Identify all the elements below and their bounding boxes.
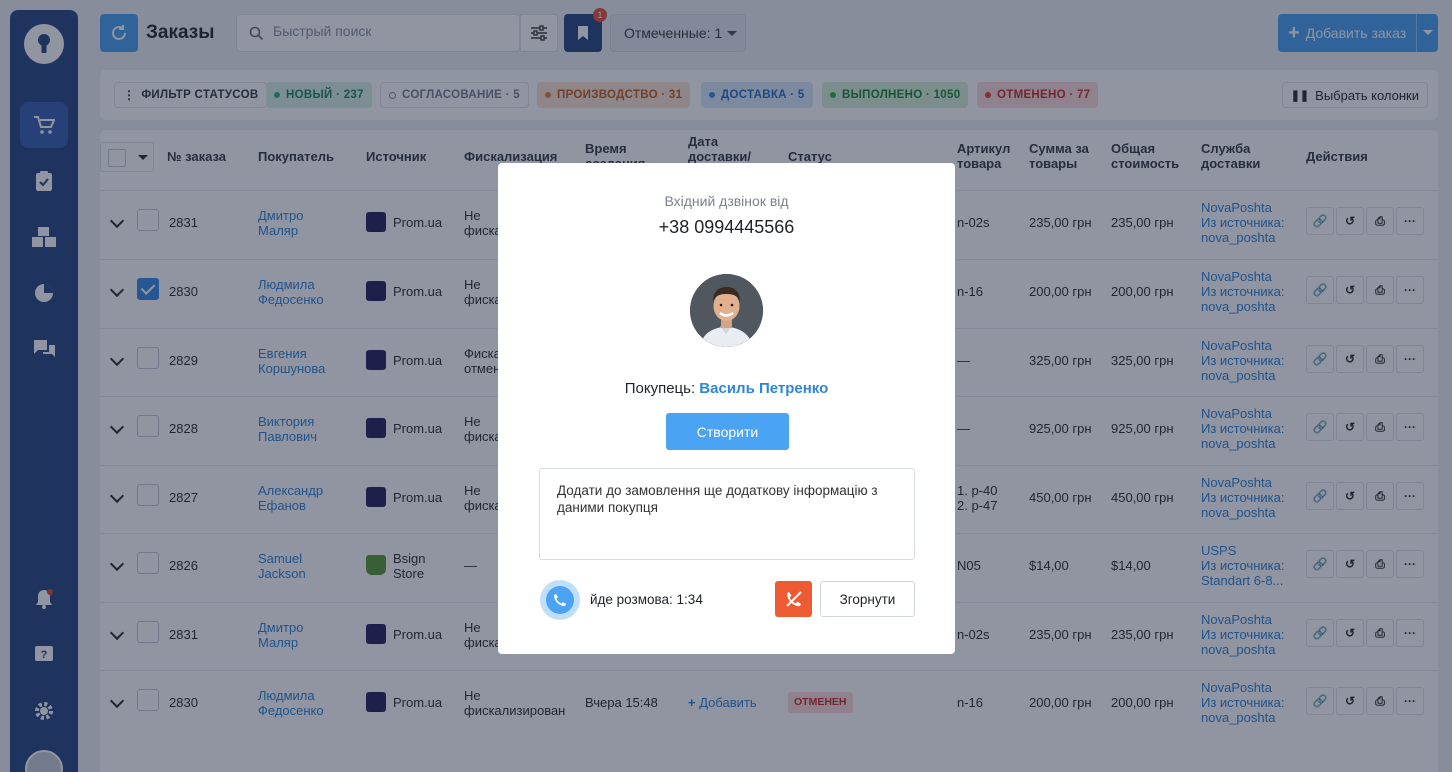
incoming-call-modal: Вхідний дзвінок від +38 0994445566 Покуп… — [498, 163, 955, 654]
caller-avatar — [690, 274, 763, 347]
buyer-line: Покупець: Василь Петренко — [498, 380, 955, 397]
phone-icon — [554, 594, 566, 606]
buyer-label: Покупець: — [624, 380, 696, 397]
collapse-button[interactable]: Згорнути — [820, 581, 915, 617]
caller-phone: +38 0994445566 — [658, 217, 795, 237]
call-note-field[interactable]: Додати до замовлення ще додаткову інформ… — [539, 468, 915, 560]
buyer-name-link[interactable]: Василь Петренко — [699, 380, 828, 397]
call-subtitle: Вхідний дзвінок від — [664, 193, 789, 209]
active-call-indicator — [540, 580, 580, 620]
phone-off-icon — [785, 591, 802, 607]
create-order-button[interactable]: Створити — [666, 413, 789, 450]
call-status: йде розмова: 1:34 — [590, 592, 703, 607]
hangup-button[interactable] — [775, 581, 812, 617]
